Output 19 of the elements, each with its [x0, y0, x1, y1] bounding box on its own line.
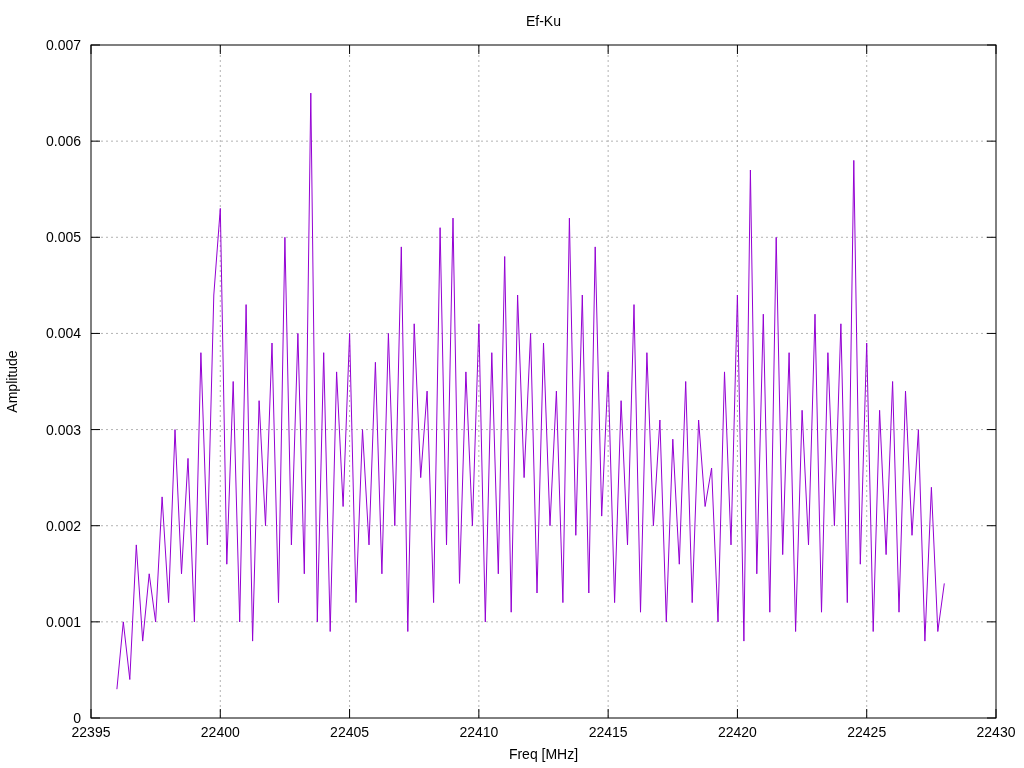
axis-label: Freq [MHz] — [508, 746, 579, 762]
tick-label: 0.006 — [45, 133, 81, 150]
tick-label: 0.002 — [45, 517, 81, 534]
tick-label: 22415 — [588, 724, 628, 740]
chart-title: Ef-Ku — [526, 13, 561, 29]
tick-label: 0.007 — [45, 37, 81, 53]
tick-label: 22425 — [847, 724, 887, 740]
axis-label: Amplitude — [4, 350, 20, 413]
tick-label: 22395 — [71, 724, 111, 740]
tick-label: 22400 — [200, 724, 240, 740]
tick-label: 22430 — [976, 724, 1016, 740]
tick-label: 0.003 — [45, 421, 81, 438]
tick-label: 22405 — [330, 724, 370, 740]
tick-label: 0.005 — [45, 229, 81, 246]
tick-label: 22420 — [717, 724, 757, 740]
tick-label: 22410 — [459, 724, 499, 740]
tick-label: 0 — [73, 710, 81, 726]
tick-label: 0.001 — [45, 613, 81, 630]
tick-label: 0.004 — [45, 325, 81, 342]
